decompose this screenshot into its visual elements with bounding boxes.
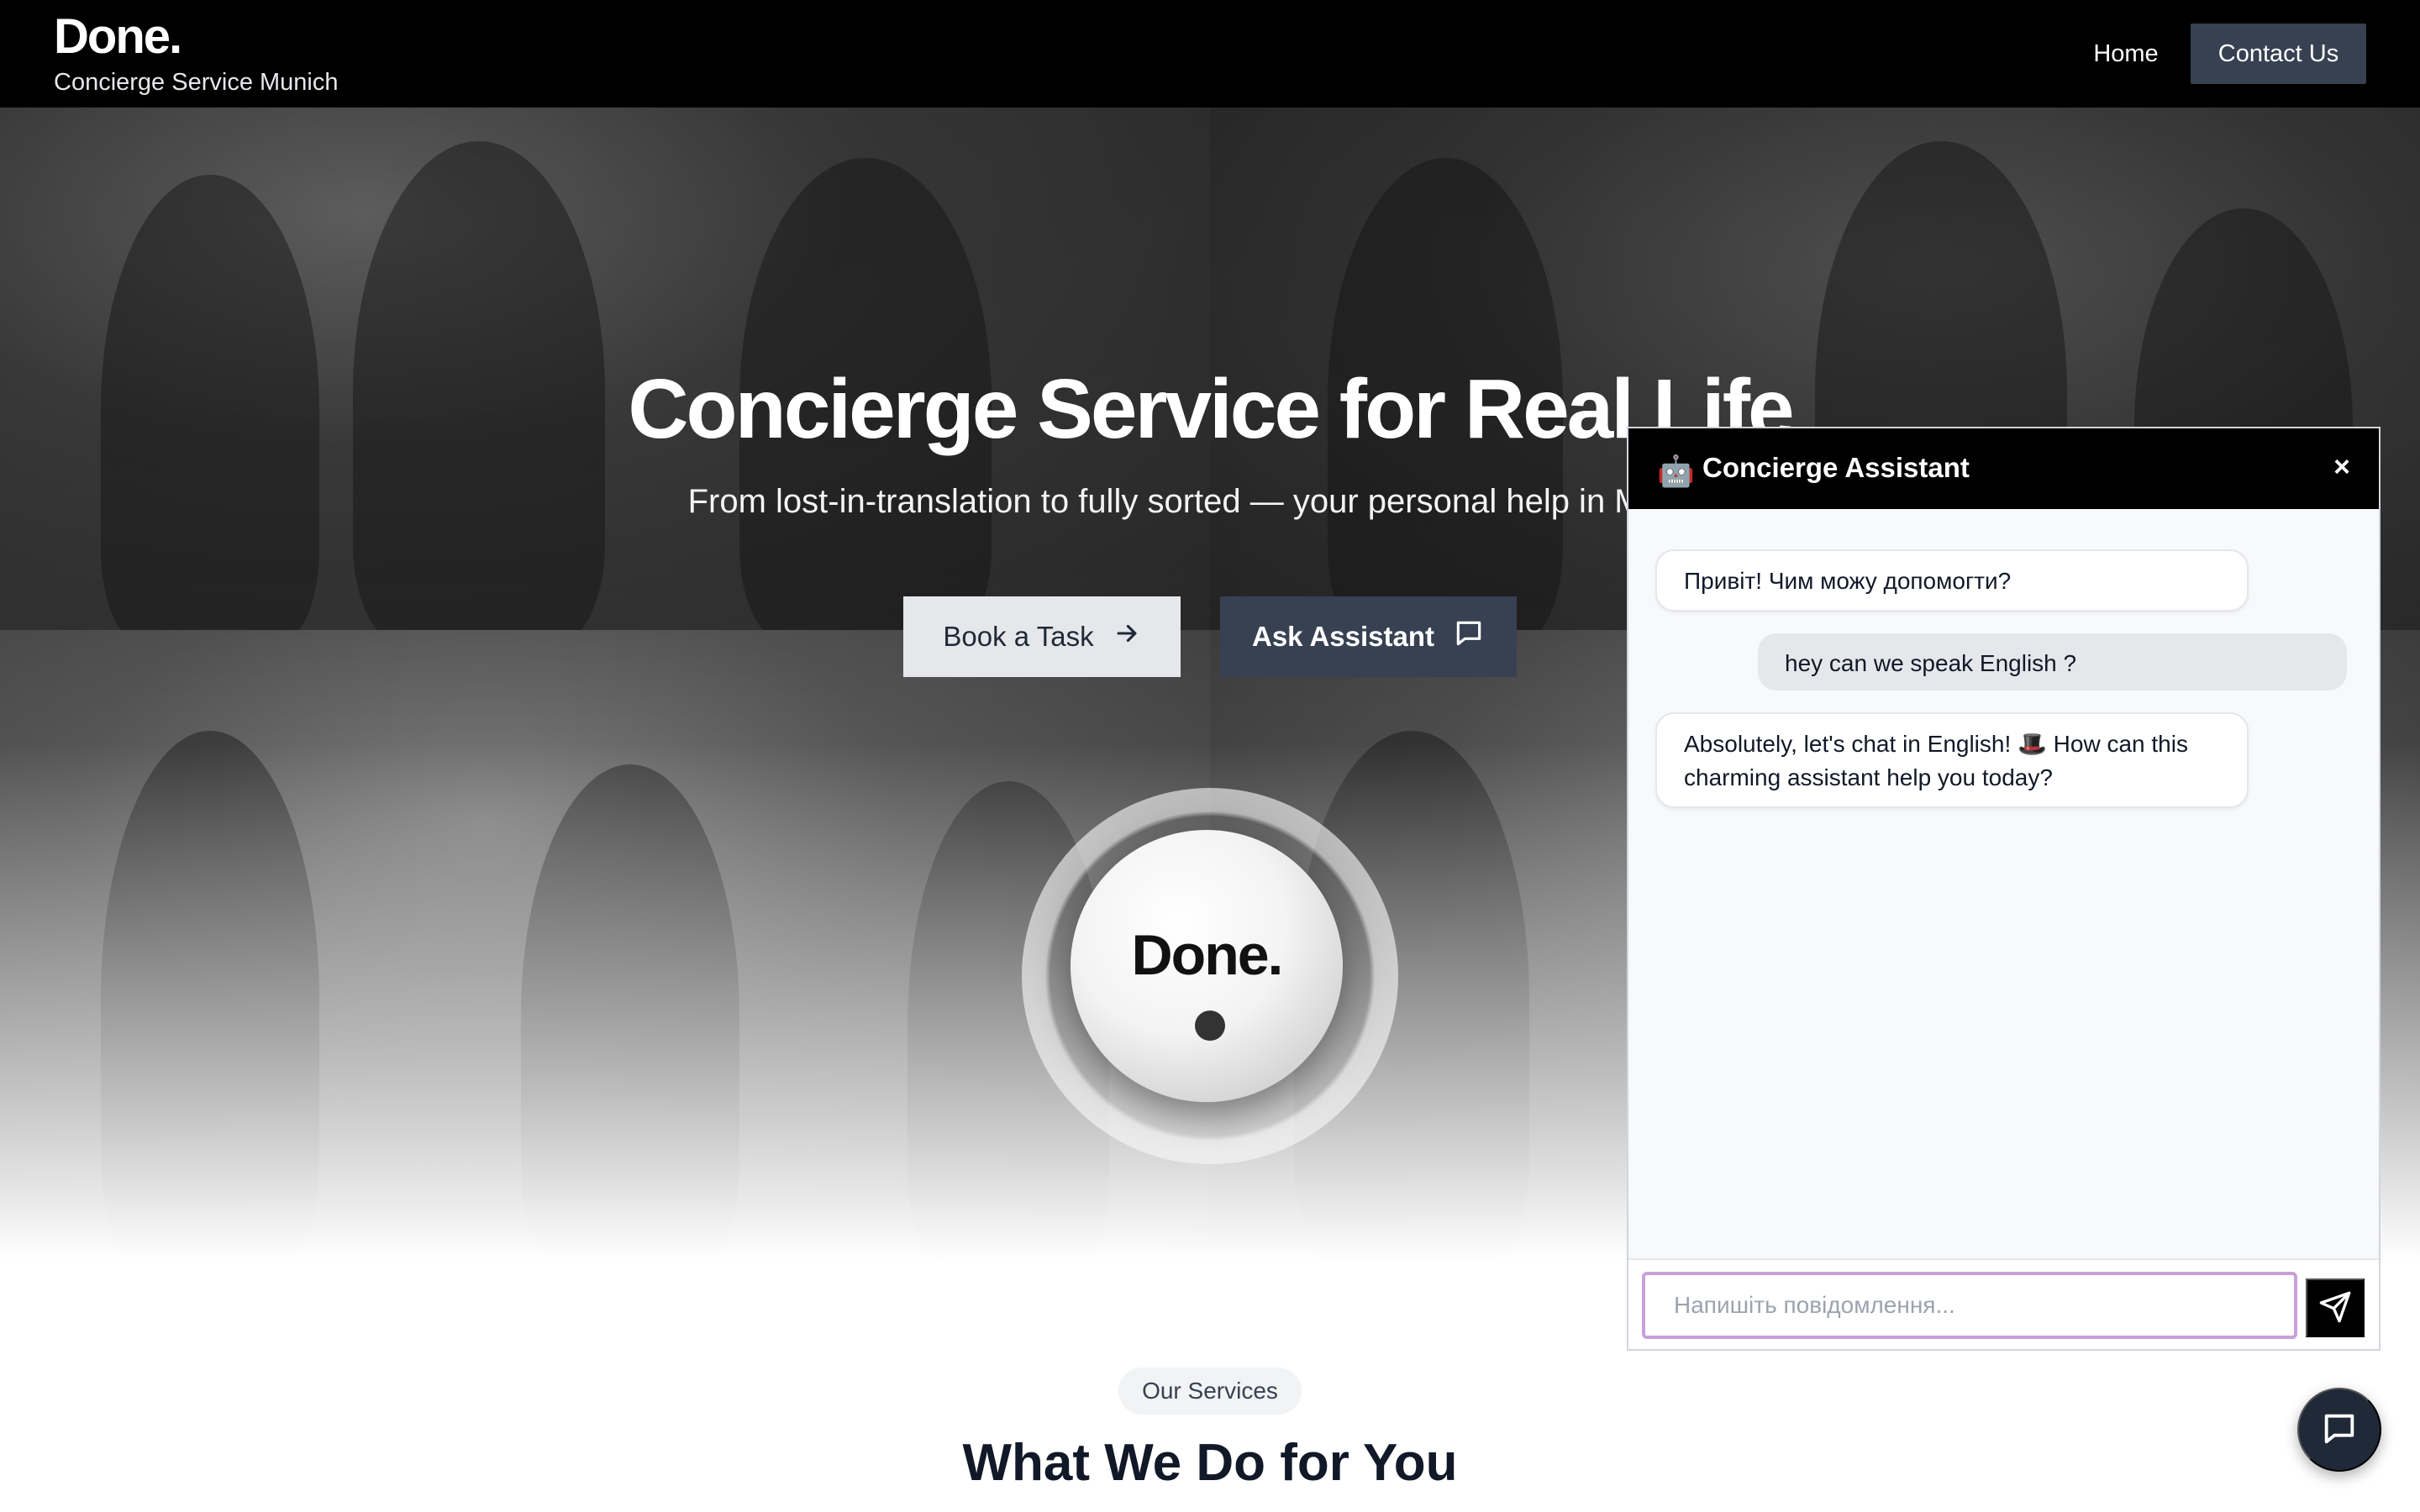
- chat-bubble-icon: [2320, 1410, 2359, 1451]
- chat-message-bot: Привіт! Чим можу допомогти?: [1655, 549, 2249, 612]
- close-icon[interactable]: ×: [2323, 449, 2360, 486]
- chat-bubble-icon: [1453, 617, 1485, 656]
- chat-input-bar: [1628, 1258, 2379, 1349]
- book-task-button[interactable]: Book a Task: [903, 596, 1181, 677]
- contact-us-button[interactable]: Contact Us: [2191, 24, 2366, 84]
- nav-link-home[interactable]: Home: [2075, 24, 2176, 84]
- send-button[interactable]: [2306, 1278, 2365, 1337]
- chat-message-input[interactable]: [1642, 1272, 2297, 1339]
- chat-title: Concierge Assistant: [1702, 452, 1970, 483]
- robot-icon: 🤖: [1657, 454, 1695, 488]
- chat-header: 🤖 Concierge Assistant ×: [1628, 428, 2379, 509]
- chat-panel: 🤖 Concierge Assistant × Привіт! Чим можу…: [1627, 427, 2381, 1351]
- send-icon: [2318, 1290, 2352, 1326]
- brand-logo[interactable]: Done.: [54, 8, 182, 65]
- services-badge: Our Services: [1118, 1368, 1302, 1415]
- ask-assistant-label: Ask Assistant: [1251, 621, 1435, 652]
- open-chat-button[interactable]: [2297, 1388, 2381, 1472]
- chat-message-user: hey can we speak English ?: [1758, 633, 2347, 690]
- book-task-label: Book a Task: [943, 621, 1094, 652]
- brand-tagline: Concierge Service Munich: [54, 69, 339, 96]
- ask-assistant-button[interactable]: Ask Assistant: [1220, 596, 1517, 677]
- orb-dot: [1195, 1011, 1225, 1041]
- chat-message-bot: Absolutely, let's chat in English! 🎩 How…: [1655, 712, 2249, 808]
- services-title: What We Do for You: [962, 1434, 1458, 1492]
- arrow-right-icon: [1113, 619, 1141, 654]
- top-navbar: Done. Concierge Service Munich Home Cont…: [0, 0, 2420, 108]
- orb-logo-text: Done.: [1131, 923, 1284, 987]
